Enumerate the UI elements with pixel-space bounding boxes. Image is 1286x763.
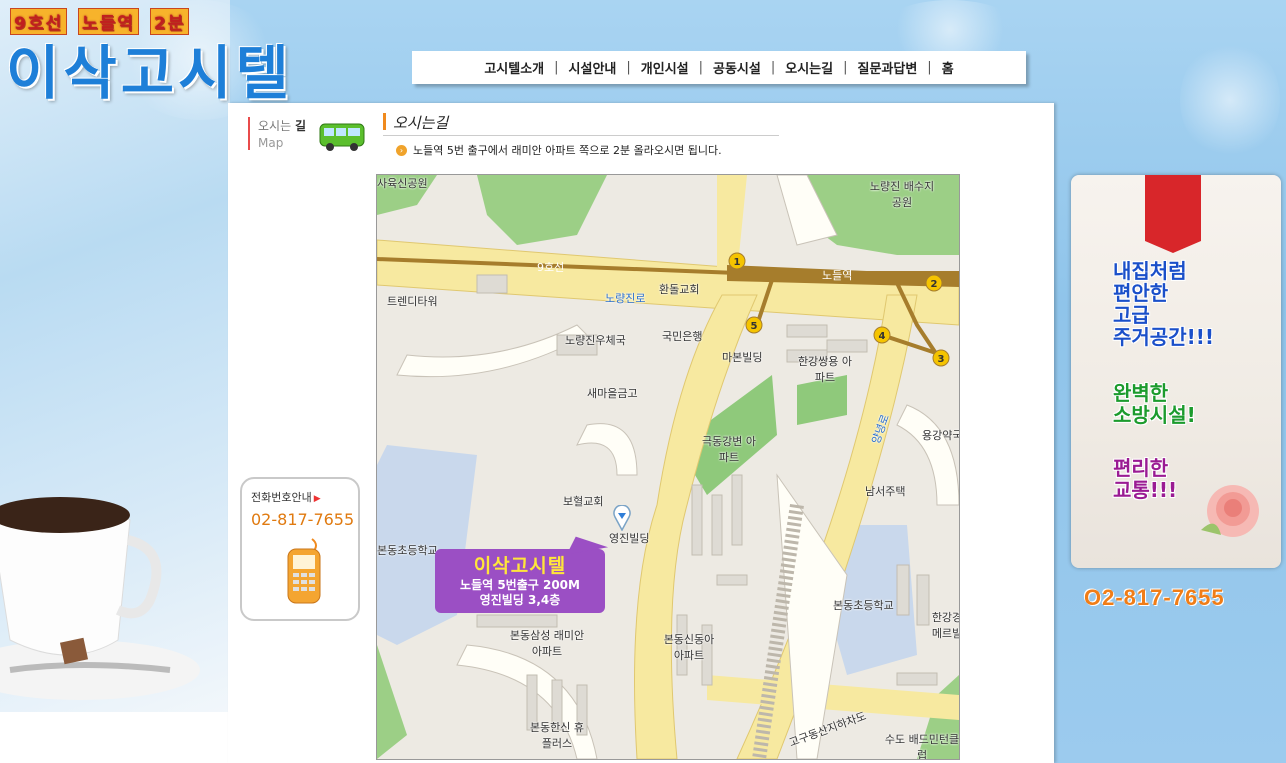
map-label-line9: 9호선	[537, 261, 565, 274]
phone-info-box: 전화번호안내 ▶ 02-817-7655	[240, 477, 360, 621]
map-label-elementary-left: 본동초등학교	[377, 544, 438, 557]
banner-line: 소방시설!	[1113, 403, 1196, 427]
sidebar-title-prefix: 오시는	[258, 119, 292, 133]
direction-text-row: › 노들역 5번 출구에서 래미안 아파트 쪽으로 2분 올라오시면 됩니다.	[396, 142, 722, 158]
map-label-park: 사육신공원	[377, 177, 428, 190]
map-label-saemaeul-bank: 새마을금고	[587, 387, 638, 400]
callout-title: 이삭고시텔	[473, 555, 567, 577]
phone-info-label: 전화번호안내	[251, 491, 312, 504]
sidebar-title: 오시는 길 Map	[248, 117, 306, 150]
map-label-post-office: 노량진우체국	[565, 334, 626, 347]
site-logo[interactable]: 이삭고시텔	[6, 26, 293, 110]
sidebar-title-bold: 길	[294, 119, 306, 133]
main-content: 오시는 길 Map 오시는길 › 노들역 5번 출구에서 래미안 아파트 쪽으로…	[228, 103, 1054, 763]
map-label-badminton-club: 수도 배드민턴클럽	[884, 733, 960, 760]
bus-icon	[319, 123, 365, 151]
rose-flower-icon	[1201, 485, 1259, 537]
svg-text:3: 3	[938, 354, 945, 365]
section-title: 오시는길	[383, 112, 779, 136]
location-callout: 이삭고시텔 노들역 5번출구 200M 영진빌딩 3,4층	[435, 549, 605, 613]
map-label-elementary-right: 본동초등학교	[833, 599, 894, 612]
banner-line: 교통!!!	[1113, 478, 1178, 502]
mobile-phone-icon	[287, 538, 321, 604]
banner-line: 완벽한	[1113, 381, 1169, 405]
map-label-bohyeol-church: 보혈교회	[563, 495, 604, 508]
map-label-hangang-ssangyong: 한강쌍용 아파트	[797, 355, 853, 384]
banner-line: 편리한	[1113, 456, 1169, 480]
nav-separator: |	[698, 60, 704, 75]
top-navigation: 고시텔소개 | 시설안내 | 개인시설 | 공동시설 | 오시는길 | 질문과답…	[412, 51, 1026, 84]
promo-banner[interactable]: 내집처럼 편안한 고급 주거공간!!! 완벽한 소방시설! 편리한 교통!!!	[1071, 175, 1281, 568]
nav-separator: |	[554, 60, 559, 75]
map-label-sindonga-apt: 본동신동아 아파트	[663, 633, 715, 662]
coffee-cup-image	[0, 497, 200, 700]
svg-text:1: 1	[734, 257, 741, 268]
nav-separator: |	[770, 60, 776, 75]
banner-line: 고급	[1113, 303, 1150, 327]
map-graphic: 1 2 3 4 5	[377, 175, 959, 759]
banner-text-group1: 내집처럼 편안한 고급 주거공간!!!	[1113, 260, 1214, 348]
nav-about[interactable]: 고시텔소개	[484, 58, 544, 77]
map-label-trendy-tower: 트렌디타워	[387, 295, 438, 308]
map-label-raemian-apt: 본동삼성 래미안아파트	[509, 629, 585, 658]
callout-line1: 노들역 5번출구 200M	[460, 578, 580, 592]
nav-separator: |	[843, 60, 848, 75]
ribbon-icon	[1145, 175, 1201, 253]
callout-line2: 영진빌딩 3,4층	[479, 593, 561, 607]
banner-line: 내집처럼	[1113, 259, 1187, 283]
map-label-namseo-house: 남서주택	[865, 485, 906, 498]
map-label-youngjin-building: 영진빌딩	[609, 532, 650, 545]
banner-text-group2: 완벽한 소방시설!	[1113, 382, 1196, 426]
nav-qna[interactable]: 질문과답변	[857, 58, 917, 77]
map-pin-icon[interactable]	[612, 505, 632, 531]
arrow-bullet-icon: ›	[396, 144, 407, 156]
left-bottom-strip	[0, 712, 228, 763]
map-label-mabon-building: 마본빌딩	[722, 351, 763, 364]
nav-separator: |	[927, 60, 932, 75]
location-map[interactable]: 1 2 3 4 5 사육신공원 노량진 배수지공원 9호선 노들역 트렌디타워 …	[376, 174, 960, 760]
flower-decor-far-right	[1180, 40, 1280, 160]
nav-facilities[interactable]: 시설안내	[569, 58, 617, 77]
phone-number: 02-817-7655	[251, 510, 355, 529]
map-label-merville: 한강경 메르빌	[931, 611, 960, 640]
banner-line: 주거공간!!!	[1113, 325, 1214, 349]
triangle-right-icon: ▶	[313, 494, 321, 504]
map-label-noryangjin-road: 노량진로	[605, 292, 646, 305]
map-label-reservoir-park: 노량진 배수지공원	[869, 180, 935, 209]
nav-home[interactable]: 홈	[942, 58, 954, 77]
svg-text:4: 4	[879, 331, 886, 342]
svg-text:2: 2	[931, 279, 938, 290]
map-label-church: 환돌교회	[659, 283, 700, 296]
nav-shared-facilities[interactable]: 공동시설	[713, 58, 761, 77]
nav-separator: |	[626, 60, 631, 75]
svg-text:5: 5	[751, 321, 758, 332]
map-label-kookmin-bank: 국민은행	[662, 330, 703, 343]
direction-text: 노들역 5번 출구에서 래미안 아파트 쪽으로 2분 올라오시면 됩니다.	[413, 144, 722, 157]
banner-line: 편안한	[1113, 281, 1169, 305]
banner-text-group3: 편리한 교통!!!	[1113, 457, 1177, 501]
nav-directions[interactable]: 오시는길	[785, 58, 833, 77]
map-label-pharmacy: 용강약국	[922, 429, 960, 442]
map-label-hanshin-huplus: 본동한신 휴플러스	[529, 721, 585, 750]
map-label-geukdong-apt: 극동강변 아파트	[701, 435, 757, 464]
sidebar-subtitle: Map	[258, 136, 284, 150]
side-phone-number: O2-817-7655	[1084, 585, 1225, 610]
nav-private-facilities[interactable]: 개인시설	[641, 58, 689, 77]
map-label-nodeul-station: 노들역	[822, 269, 853, 282]
